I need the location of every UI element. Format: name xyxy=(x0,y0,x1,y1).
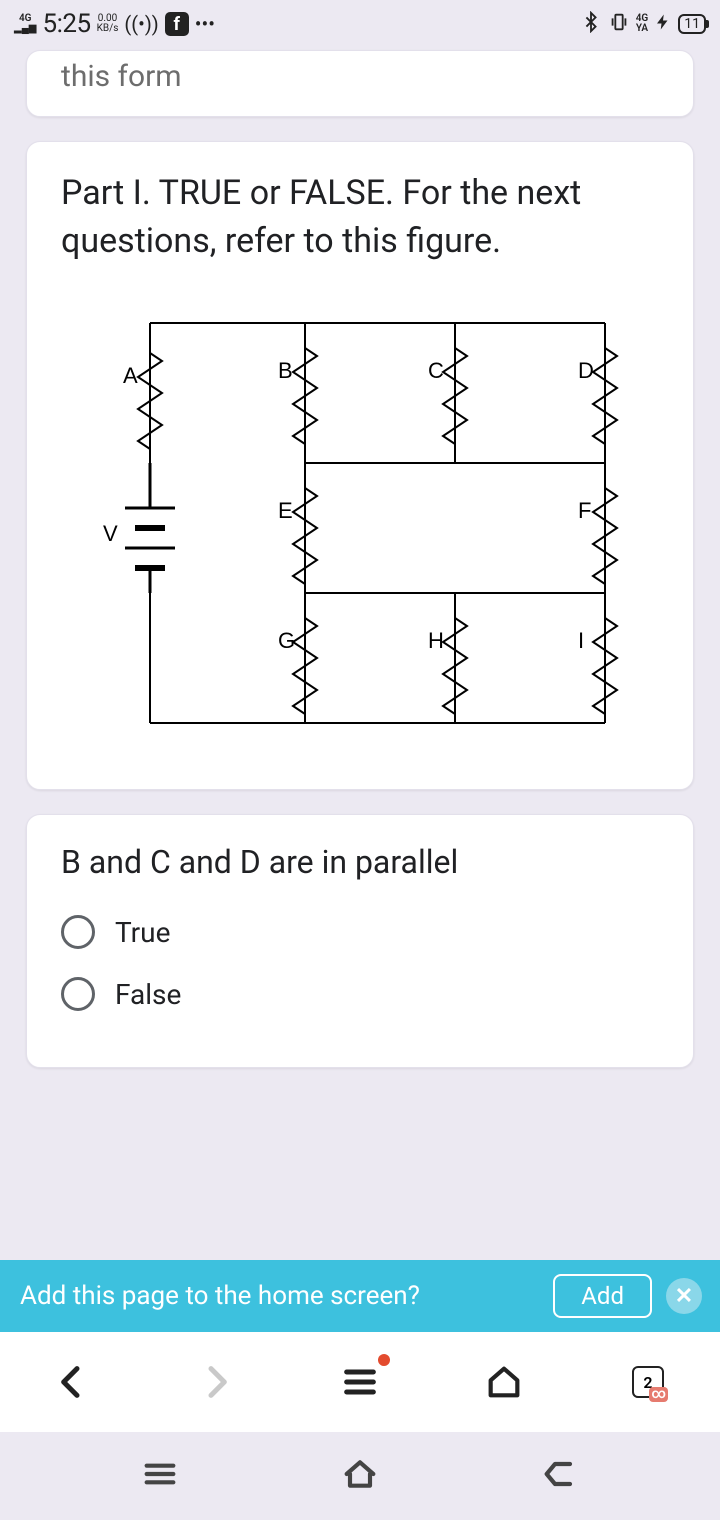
notification-dot-icon xyxy=(378,1354,390,1366)
svg-text:H: H xyxy=(428,628,444,653)
form-header-card: this form xyxy=(26,50,694,117)
svg-text:A: A xyxy=(123,363,138,388)
svg-text:D: D xyxy=(578,358,594,383)
option-true[interactable]: True xyxy=(61,915,659,949)
question-text: B and C and D are in parallel xyxy=(61,843,659,881)
add-to-home-snackbar: Add this page to the home screen? Add ✕ xyxy=(0,1260,720,1332)
svg-text:F: F xyxy=(578,498,591,523)
svg-text:E: E xyxy=(278,498,293,523)
forward-button[interactable] xyxy=(192,1358,240,1406)
back-system-button[interactable] xyxy=(540,1454,580,1498)
battery-indicator: 11 xyxy=(678,14,706,34)
facebook-icon: f xyxy=(165,12,189,36)
hotspot-icon: ((•)) xyxy=(124,12,158,36)
snackbar-text: Add this page to the home screen? xyxy=(20,1281,553,1311)
tabs-button[interactable]: 2 ∞ xyxy=(624,1358,672,1406)
option-label: False xyxy=(115,978,181,1011)
svg-text:I: I xyxy=(578,628,584,653)
more-icon: ••• xyxy=(195,12,215,36)
incognito-badge-icon: ∞ xyxy=(649,1387,668,1402)
svg-text:G: G xyxy=(278,628,295,653)
status-bar: 4G ▂▄▆ 5:25 0.00 KB/s ((•)) f ••• 4G YA … xyxy=(0,0,720,48)
sim-indicator: 4G YA xyxy=(636,14,649,34)
add-button[interactable]: Add xyxy=(553,1274,652,1318)
form-header-text: this form xyxy=(61,59,659,94)
recents-button[interactable] xyxy=(140,1454,180,1498)
menu-button[interactable] xyxy=(336,1358,384,1406)
system-navigation xyxy=(0,1432,720,1520)
data-speed: 0.00 KB/s xyxy=(97,14,119,34)
option-false[interactable]: False xyxy=(61,977,659,1011)
option-label: True xyxy=(115,916,170,949)
svg-text:C: C xyxy=(428,358,444,383)
home-button[interactable] xyxy=(480,1358,528,1406)
home-system-button[interactable] xyxy=(340,1454,380,1498)
network-indicator: 4G ▂▄▆ xyxy=(14,14,36,34)
page-content: this form Part I. TRUE or FALSE. For the… xyxy=(0,48,720,1332)
vibrate-icon xyxy=(608,11,630,38)
bluetooth-icon xyxy=(580,11,602,38)
clock: 5:25 xyxy=(42,9,90,39)
radio-icon xyxy=(61,915,95,949)
close-icon[interactable]: ✕ xyxy=(666,1278,702,1314)
circuit-figure: A B C D E F G H I V xyxy=(95,293,625,743)
charging-icon xyxy=(654,12,672,36)
browser-toolbar: 2 ∞ xyxy=(0,1332,720,1432)
radio-icon xyxy=(61,977,95,1011)
svg-text:B: B xyxy=(278,358,293,383)
instructions-card: Part I. TRUE or FALSE. For the next ques… xyxy=(26,141,694,790)
svg-text:V: V xyxy=(103,521,118,546)
question-card: B and C and D are in parallel True False xyxy=(26,814,694,1068)
part-heading: Part I. TRUE or FALSE. For the next ques… xyxy=(61,170,659,265)
back-button[interactable] xyxy=(48,1358,96,1406)
